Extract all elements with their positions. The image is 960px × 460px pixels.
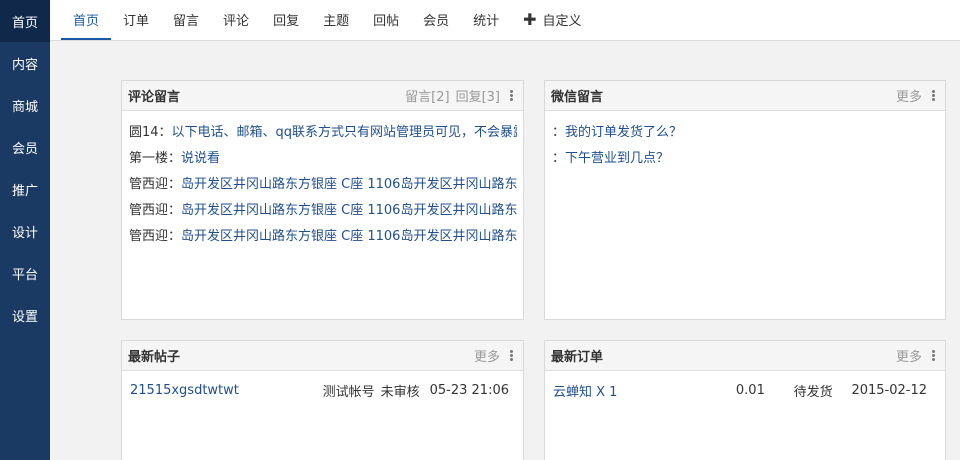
post-time: 05-23 21:06 bbox=[429, 382, 509, 398]
post-status: 未审核 bbox=[380, 384, 420, 400]
panel-header: 最新帖子 更多 bbox=[122, 341, 523, 371]
tab-custom[interactable]: ✚ 自定义 bbox=[511, 0, 593, 40]
sidebar-item-members[interactable]: 会员 bbox=[0, 126, 50, 168]
comment-text[interactable]: 以下电话、邮箱、qq联系方式只有网站管理员可见，不会暴露 bbox=[172, 121, 517, 140]
sidebar-item-label: 推广 bbox=[12, 183, 39, 199]
more-options-icon[interactable] bbox=[510, 90, 513, 101]
comment-text[interactable]: 岛开发区井冈山路东方银座 C座 1106岛开发区井冈山路东方 bbox=[181, 225, 517, 244]
list-item[interactable]: 第一楼： 说说看 bbox=[129, 143, 517, 169]
table-row[interactable]: 云蝉知 X 1 0.01 待发货 2015-02-12 bbox=[553, 377, 927, 403]
post-account: 测试帐号 bbox=[322, 384, 375, 400]
more-link[interactable]: 更多 bbox=[896, 346, 922, 365]
comment-text[interactable]: 岛开发区井冈山路东方银座 C座 1106岛开发区井冈山路东方 bbox=[181, 199, 517, 218]
sidebar-item-home[interactable]: 首页 bbox=[0, 0, 50, 42]
message-text[interactable]: 下午营业到几点？ bbox=[565, 147, 669, 166]
replies-link[interactable]: 回复[3] bbox=[456, 86, 500, 105]
message-text[interactable]: 我的订单发货了么？ bbox=[565, 121, 682, 140]
tab-stats[interactable]: 统计 bbox=[461, 0, 511, 40]
sidebar-item-label: 设置 bbox=[12, 309, 39, 325]
sidebar-item-design[interactable]: 设计 bbox=[0, 210, 50, 252]
more-link[interactable]: 更多 bbox=[896, 86, 922, 105]
tab-topics[interactable]: 主题 bbox=[311, 0, 361, 40]
comment-author: 管西迎： bbox=[129, 202, 182, 218]
tab-members[interactable]: 会员 bbox=[411, 0, 461, 40]
panel-title: 最新帖子 bbox=[128, 350, 181, 365]
panel-body: ：我的订单发货了么？ ：下午营业到几点？ bbox=[545, 111, 945, 169]
list-item[interactable]: 管西迎： 岛开发区井冈山路东方银座 C座 1106岛开发区井冈山路东方 bbox=[129, 195, 517, 221]
comments-panel: 评论留言 留言[2] 回复[3] 圆14： 以下电话、邮箱、qq联系方式只有网站管… bbox=[121, 80, 524, 320]
more-link[interactable]: 更多 bbox=[474, 346, 500, 365]
tab-orders[interactable]: 订单 bbox=[111, 0, 161, 40]
order-status: 待发货 bbox=[793, 384, 833, 400]
top-nav: 首页 订单 留言 评论 回复 主题 回帖 会员 统计 ✚ 自定义 bbox=[50, 0, 960, 41]
sidebar-item-label: 商城 bbox=[12, 99, 39, 115]
more-options-icon[interactable] bbox=[932, 350, 935, 361]
tab-messages[interactable]: 留言 bbox=[161, 0, 211, 40]
comment-text[interactable]: 岛开发区井冈山路东方银座 C座 1106岛开发区井冈山路东方 bbox=[181, 173, 517, 192]
panel-body: 圆14： 以下电话、邮箱、qq联系方式只有网站管理员可见，不会暴露 第一楼： 说说看… bbox=[122, 111, 523, 247]
sidebar-item-platform[interactable]: 平台 bbox=[0, 252, 50, 294]
comment-author: 圆14： bbox=[129, 124, 172, 140]
list-item[interactable]: ：下午营业到几点？ bbox=[552, 143, 939, 169]
more-options-icon[interactable] bbox=[510, 350, 513, 361]
panel-title: 微信留言 bbox=[551, 90, 604, 105]
panel-body: 云蝉知 X 1 0.01 待发货 2015-02-12 bbox=[545, 371, 945, 403]
order-date: 2015-02-12 bbox=[851, 382, 927, 398]
panel-title: 评论留言 bbox=[128, 90, 181, 105]
panel-header: 微信留言 更多 bbox=[545, 81, 945, 111]
comment-text[interactable]: 说说看 bbox=[181, 147, 220, 166]
posts-panel: 最新帖子 更多 21515xgsdtwtwt 测试帐号 未审核 05-23 21… bbox=[121, 340, 524, 460]
panel-body: 21515xgsdtwtwt 测试帐号 未审核 05-23 21:06 bbox=[122, 371, 523, 403]
tab-posts[interactable]: 回帖 bbox=[361, 0, 411, 40]
panel-header: 最新订单 更多 bbox=[545, 341, 945, 371]
messages-link[interactable]: 留言[2] bbox=[405, 86, 449, 105]
sidebar-item-mall[interactable]: 商城 bbox=[0, 84, 50, 126]
plus-icon: ✚ bbox=[523, 9, 537, 29]
sidebar-item-label: 会员 bbox=[12, 141, 39, 157]
message-author: ： bbox=[552, 124, 566, 140]
tab-replies[interactable]: 回复 bbox=[261, 0, 311, 40]
list-item[interactable]: 圆14： 以下电话、邮箱、qq联系方式只有网站管理员可见，不会暴露 bbox=[129, 117, 517, 143]
sidebar-item-label: 平台 bbox=[12, 267, 39, 283]
sidebar-item-label: 内容 bbox=[12, 57, 39, 73]
message-author: ： bbox=[552, 150, 566, 166]
tab-custom-label: 自定义 bbox=[542, 13, 582, 29]
list-item[interactable]: 管西迎： 岛开发区井冈山路东方银座 C座 1106岛开发区井冈山路东方 bbox=[129, 169, 517, 195]
list-item[interactable]: 管西迎： 岛开发区井冈山路东方银座 C座 1106岛开发区井冈山路东方 bbox=[129, 221, 517, 247]
sidebar-item-promotion[interactable]: 推广 bbox=[0, 168, 50, 210]
sidebar-item-label: 设计 bbox=[12, 225, 39, 241]
post-title[interactable]: 21515xgsdtwtwt bbox=[130, 383, 323, 398]
more-options-icon[interactable] bbox=[932, 90, 935, 101]
sidebar: 首页 内容 商城 会员 推广 设计 平台 设置 bbox=[0, 0, 50, 460]
comment-author: 管西迎： bbox=[129, 228, 182, 244]
panel-title: 最新订单 bbox=[551, 350, 604, 365]
tab-home[interactable]: 首页 bbox=[61, 0, 112, 40]
comment-author: 第一楼： bbox=[129, 150, 182, 166]
list-item[interactable]: ：我的订单发货了么？ bbox=[552, 117, 939, 143]
panel-header: 评论留言 留言[2] 回复[3] bbox=[122, 81, 523, 111]
order-amount: 0.01 bbox=[735, 382, 765, 398]
sidebar-item-settings[interactable]: 设置 bbox=[0, 294, 50, 336]
tab-comments[interactable]: 评论 bbox=[211, 0, 261, 40]
order-item[interactable]: 云蝉知 X 1 bbox=[553, 381, 736, 400]
sidebar-item-label: 首页 bbox=[12, 15, 39, 31]
comment-author: 管西迎： bbox=[129, 176, 182, 192]
wechat-panel: 微信留言 更多 ：我的订单发货了么？ ：下午营业到几点？ bbox=[544, 80, 946, 320]
table-row[interactable]: 21515xgsdtwtwt 测试帐号 未审核 05-23 21:06 bbox=[130, 377, 509, 403]
orders-panel: 最新订单 更多 云蝉知 X 1 0.01 待发货 2015-02-12 bbox=[544, 340, 946, 460]
sidebar-item-content[interactable]: 内容 bbox=[0, 42, 50, 84]
